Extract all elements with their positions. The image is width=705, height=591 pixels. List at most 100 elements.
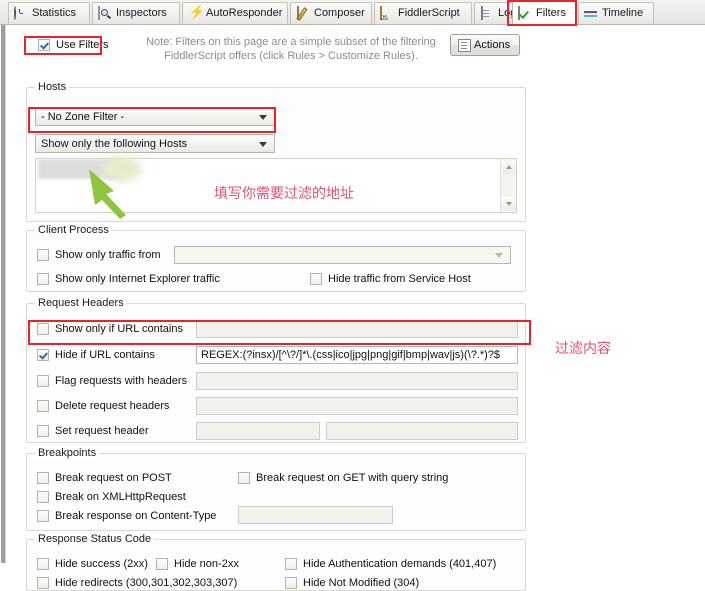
hide-success-label: Hide success (2xx) [55,558,148,570]
break-request-on-get-query-row[interactable]: Break request on GET with query string [238,472,448,484]
use-filters-label: Use Filters [56,39,109,51]
hide-success-checkbox[interactable] [37,558,49,570]
pencil-document-icon [296,5,310,21]
break-response-on-content-type-row[interactable]: Break response on Content-Type [37,510,216,522]
traffic-process-combo[interactable] [174,246,511,264]
flag-requests-with-headers-checkbox[interactable] [37,375,49,387]
flag-requests-with-headers-label: Flag requests with headers [55,375,188,387]
hide-if-url-contains-label: Hide if URL contains [55,349,155,361]
hide-auth-demands-checkbox[interactable] [285,558,297,570]
tab-label: Composer [314,7,365,19]
js-script-icon [380,5,394,21]
breakpoints-legend: Breakpoints [35,447,100,459]
break-request-on-post-label: Break request on POST [55,472,172,484]
hide-redirects-checkbox[interactable] [37,577,49,589]
break-request-on-get-query-label: Break request on GET with query string [256,472,449,484]
show-only-if-url-contains-checkbox[interactable] [37,323,49,335]
chevron-down-icon [495,253,503,258]
host-filter-combo[interactable]: Show only the following Hosts [35,134,275,153]
lightning-bolt-icon [188,5,205,21]
hide-not-modified-row[interactable]: Hide Not Modified (304) [285,577,419,589]
show-only-traffic-from-row[interactable]: Show only traffic from [37,249,161,261]
chevron-down-icon [259,114,267,120]
tab-inspectors[interactable]: Inspectors [92,2,180,24]
delete-request-headers-checkbox[interactable] [37,400,49,412]
hide-non-2xx-checkbox[interactable] [156,558,168,570]
delete-request-headers-label: Delete request headers [55,400,170,412]
show-only-ie-traffic-row[interactable]: Show only Internet Explorer traffic [37,273,220,285]
green-check-icon [518,5,532,21]
hide-if-url-contains-input[interactable]: REGEX:(?insx)/[^\?/]*\.(css|ico|jpg|png|… [196,346,518,364]
show-only-traffic-from-checkbox[interactable] [37,249,49,261]
delete-request-headers-input[interactable] [196,397,518,415]
break-request-on-post-checkbox[interactable] [37,472,49,484]
host-annotation-text: 填写你需要过滤的地址 [214,186,354,202]
break-request-on-post-row[interactable]: Break request on POST [37,472,172,484]
show-only-if-url-contains-row[interactable]: Show only if URL contains [37,323,183,335]
break-on-xhr-checkbox[interactable] [37,491,49,503]
hosts-group-legend: Hosts [35,81,70,93]
use-filters-checkbox-row[interactable]: Use Filters [38,39,109,51]
tab-autoresponder[interactable]: AutoResponder [182,2,288,24]
show-only-traffic-from-label: Show only traffic from [55,249,161,261]
tab-timeline[interactable]: Timeline [578,2,654,24]
filters-note: Note: Filters on this page are a simple … [146,35,436,63]
tab-label: AutoResponder [206,7,283,19]
scroll-down-arrow-icon[interactable] [502,197,516,211]
break-response-content-type-input[interactable] [238,506,393,524]
show-only-ie-traffic-checkbox[interactable] [37,273,49,285]
break-request-on-get-query-checkbox[interactable] [238,472,250,484]
set-request-header-value-input[interactable] [326,422,518,440]
tab-label: FiddlerScript [398,7,460,19]
note-line-2: FiddlerScript offers (click Rules > Cust… [164,50,418,62]
hide-success-row[interactable]: Hide success (2xx) [37,558,148,570]
scroll-up-arrow-icon[interactable] [502,160,516,174]
note-line-1: Note: Filters on this page are a simple … [146,36,436,48]
break-response-on-content-type-checkbox[interactable] [37,510,49,522]
show-only-ie-traffic-label: Show only Internet Explorer traffic [55,273,220,285]
hide-auth-demands-row[interactable]: Hide Authentication demands (401,407) [285,558,496,570]
hide-not-modified-label: Hide Not Modified (304) [303,577,420,589]
flag-requests-with-headers-input[interactable] [196,372,518,390]
tab-label: Timeline [602,7,644,19]
show-only-if-url-contains-input[interactable] [196,320,518,338]
magnifier-icon [98,5,112,21]
timeline-icon [584,7,598,21]
hide-redirects-row[interactable]: Hide redirects (300,301,302,303,307) [37,577,237,589]
zone-filter-value: - No Zone Filter - [41,110,125,123]
set-request-header-label: Set request header [55,425,149,437]
tab-label: Statistics [32,7,77,19]
host-list-scrollbar[interactable] [500,159,516,212]
main-tab-strip: Statistics Inspectors AutoResponder Comp… [0,0,705,25]
break-on-xhr-row[interactable]: Break on XMLHttpRequest [37,491,186,503]
set-request-header-checkbox[interactable] [37,425,49,437]
hide-traffic-service-host-row[interactable]: Hide traffic from Service Host [310,273,471,285]
tab-label: Inspectors [116,7,167,19]
tab-fiddlerscript[interactable]: FiddlerScript [374,2,472,24]
request-headers-legend: Request Headers [35,297,127,309]
hide-if-url-contains-row[interactable]: Hide if URL contains [37,349,155,361]
hide-traffic-service-host-label: Hide traffic from Service Host [328,273,471,285]
hide-if-url-contains-checkbox[interactable] [37,349,49,361]
flag-requests-with-headers-row[interactable]: Flag requests with headers [37,375,187,387]
log-document-icon [480,5,494,21]
tab-filters[interactable]: Filters [512,1,576,25]
hide-non-2xx-row[interactable]: Hide non-2xx [156,558,239,570]
tab-statistics[interactable]: Statistics [8,2,90,24]
actions-button[interactable]: Actions [450,34,520,56]
chevron-down-icon [259,141,267,147]
set-request-header-row[interactable]: Set request header [37,425,149,437]
filter-annotation-text: 过滤内容 [555,341,611,357]
hide-not-modified-checkbox[interactable] [285,577,297,589]
tab-composer[interactable]: Composer [290,2,372,24]
use-filters-checkbox[interactable] [38,39,50,51]
break-response-on-content-type-label: Break response on Content-Type [55,510,217,522]
delete-request-headers-row[interactable]: Delete request headers [37,400,169,412]
zone-filter-combo[interactable]: - No Zone Filter - [35,107,275,126]
clock-icon [14,5,28,21]
hide-traffic-service-host-checkbox[interactable] [310,273,322,285]
tab-label: Filters [536,7,566,19]
actions-label: Actions [474,39,511,51]
set-request-header-name-input[interactable] [196,422,320,440]
hide-if-url-contains-value: REGEX:(?insx)/[^\?/]*\.(css|ico|jpg|png|… [201,349,501,361]
